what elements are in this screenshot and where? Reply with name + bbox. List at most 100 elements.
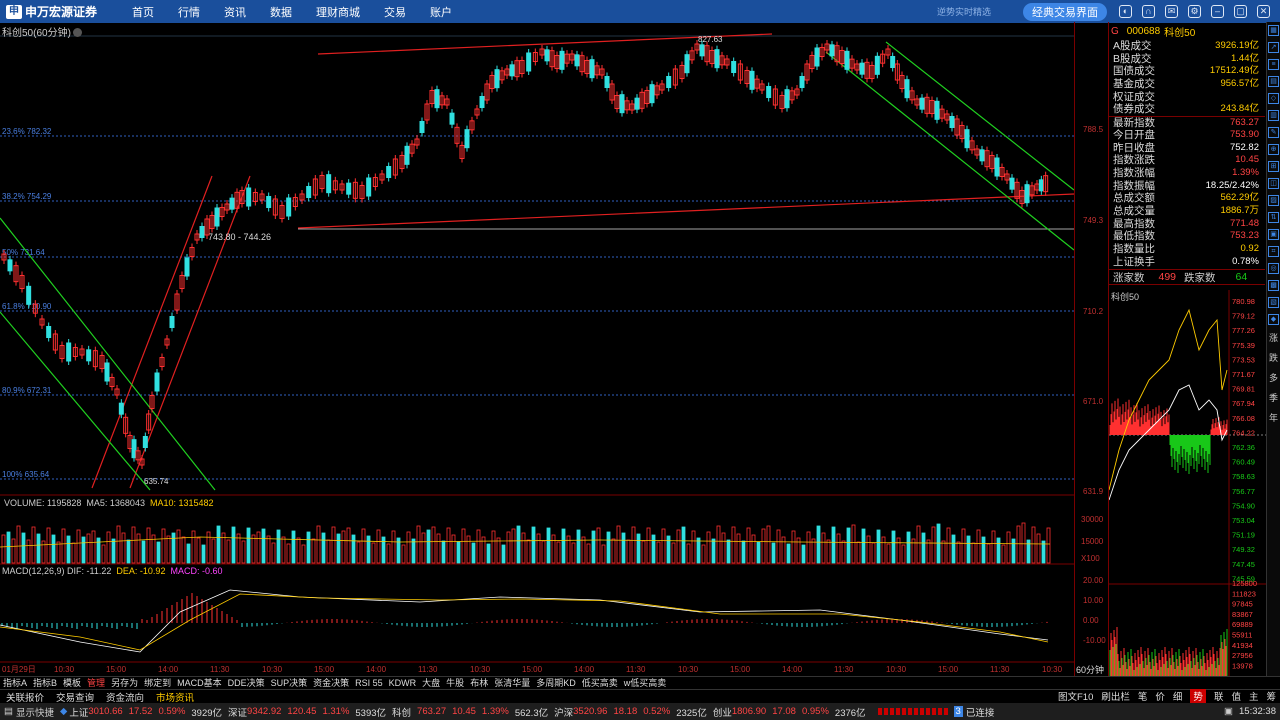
period-label[interactable]: 60分钟 (1076, 663, 1104, 676)
indicator-tab[interactable]: 模板 (63, 676, 81, 689)
tool-icon-18[interactable]: ◆ (1268, 314, 1279, 325)
bottom-tab[interactable]: 交易查询 (56, 690, 94, 704)
nav-wealth-mall[interactable]: 理财商城 (316, 4, 360, 20)
indicator-tab[interactable]: KDWR (389, 678, 417, 688)
classic-trade-button[interactable]: 经典交易界面 (1023, 2, 1107, 21)
view-tab[interactable]: 联 (1214, 689, 1224, 703)
quote-row-label: 指数量比 (1113, 243, 1155, 255)
view-tab[interactable]: 刷出栏 (1101, 689, 1130, 703)
view-tab[interactable]: 值 (1231, 689, 1241, 703)
tool-icon-17[interactable]: ▧ (1268, 297, 1279, 308)
tool-icon-4[interactable]: ▤ (1268, 76, 1279, 87)
tool-icon-12[interactable]: ⇅ (1268, 212, 1279, 223)
tool-icon-11[interactable]: ▨ (1268, 195, 1279, 206)
settings-icon[interactable]: ⚙ (1188, 5, 1201, 18)
hs-label[interactable]: 沪深 (554, 705, 573, 719)
tool-icon-6[interactable]: ▥ (1268, 110, 1279, 121)
tool-icon-5[interactable]: ◇ (1268, 93, 1279, 104)
nav-trade[interactable]: 交易 (384, 4, 406, 20)
volume-bar (611, 538, 616, 564)
indicator-tab[interactable]: 大盘 (422, 676, 440, 689)
minimize-icon[interactable]: – (1211, 5, 1224, 18)
view-tab[interactable]: 筹 (1266, 689, 1276, 703)
indicator-tab[interactable]: 布林 (470, 676, 488, 689)
menu-icon[interactable]: ▤ (4, 706, 13, 717)
tool-icon-16[interactable]: ▩ (1268, 280, 1279, 291)
close-icon[interactable]: ✕ (1257, 5, 1270, 18)
volume-bar (171, 532, 176, 564)
sz-label[interactable]: 深证 (228, 705, 247, 719)
view-tab[interactable]: 势 (1190, 689, 1206, 703)
indicator-tab[interactable]: 多周期KD (536, 676, 576, 689)
tool-icon-3[interactable]: ≡ (1268, 59, 1279, 70)
period-multi[interactable]: 多 (1267, 371, 1280, 384)
headset-icon[interactable]: ∩ (1142, 5, 1155, 18)
nav-account[interactable]: 账户 (430, 4, 452, 20)
period-rise[interactable]: 涨 (1267, 331, 1280, 344)
nav-home[interactable]: 首页 (132, 4, 154, 20)
indicator-tab[interactable]: 指标A (3, 676, 27, 689)
volume-bar (956, 541, 961, 564)
tool-icon-13[interactable]: ▣ (1268, 229, 1279, 240)
indicator-tab[interactable]: DDE决策 (228, 676, 265, 689)
candle-body (890, 56, 896, 68)
show-shortcut[interactable]: 显示快捷 (16, 705, 54, 719)
volume-bar (541, 540, 546, 564)
view-tab[interactable]: 主 (1249, 689, 1259, 703)
x-axis-label: 11:30 (834, 665, 854, 674)
period-quarter[interactable]: 季 (1267, 391, 1280, 404)
indicator-tab[interactable]: MACD基本 (177, 676, 222, 689)
volume-bar (441, 540, 446, 564)
tool-icon-7[interactable]: ✎ (1268, 127, 1279, 138)
indicator-tab[interactable]: RSI 55 (355, 678, 383, 688)
indicator-tab[interactable]: 指标B (33, 676, 57, 689)
tool-icon-1[interactable]: ▦ (1268, 25, 1279, 36)
indicator-tab[interactable]: 牛股 (446, 676, 464, 689)
indicator-tab[interactable]: 另存为 (111, 676, 138, 689)
volume-bar (101, 544, 106, 564)
sh-label[interactable]: 上证 (69, 705, 88, 719)
x-axis-label: 10:30 (886, 665, 907, 674)
bottom-tab[interactable]: 资金流向 (106, 690, 144, 704)
period-fall[interactable]: 跌 (1267, 351, 1280, 364)
tool-icon-14[interactable]: ⌗ (1268, 246, 1279, 257)
tool-icon-10[interactable]: ◫ (1268, 178, 1279, 189)
volume-bar (786, 543, 791, 564)
indicator-tab[interactable]: 低买高卖 (582, 676, 618, 689)
nav-news[interactable]: 资讯 (224, 4, 246, 20)
intraday-minichart[interactable]: 780.98 779.12 777.26 775.39 773.53 771.67 769.… (1109, 290, 1266, 676)
indicator-tab[interactable]: SUP决策 (271, 676, 308, 689)
volume-bar (726, 539, 731, 564)
view-tab[interactable]: 细 (1173, 689, 1183, 703)
tool-icon-8[interactable]: ⊕ (1268, 144, 1279, 155)
theme-icon[interactable]: ◐ (1119, 5, 1132, 18)
mini-vol-label: 13978 (1232, 661, 1253, 670)
tool-icon-15[interactable]: ◎ (1268, 263, 1279, 274)
promo-text[interactable]: 逆势实时精选 (937, 5, 991, 18)
volume-bar (246, 527, 251, 564)
bottom-tab[interactable]: 市场资讯 (156, 690, 194, 704)
nav-quotes[interactable]: 行情 (178, 4, 200, 20)
volume-bar (316, 525, 321, 564)
cy-label[interactable]: 创业 (713, 705, 732, 719)
indicator-tab[interactable]: 管理 (87, 676, 105, 689)
indicator-tab[interactable]: w低买高卖 (624, 676, 667, 689)
tool-icon-9[interactable]: ⊞ (1268, 161, 1279, 172)
mail-icon[interactable]: ✉ (1165, 5, 1178, 18)
kc-label[interactable]: 科创 (392, 705, 411, 719)
restore-icon[interactable]: ▢ (1234, 5, 1247, 18)
view-tab[interactable]: 价 (1155, 689, 1165, 703)
period-year[interactable]: 年 (1267, 411, 1280, 424)
title-options-icon[interactable] (72, 28, 82, 37)
view-tab[interactable]: 笔 (1138, 689, 1148, 703)
mini-vol-label: 27956 (1232, 651, 1253, 660)
kline-chart-area[interactable]: 23.6% 782.3238.2% 754.2950% 731.6461.8% … (0, 22, 1074, 676)
indicator-tab[interactable]: 资金决策 (313, 676, 349, 689)
vol-axis-label: X100 (1081, 554, 1100, 563)
indicator-tab[interactable]: 绑定到 (144, 676, 171, 689)
nav-data[interactable]: 数据 (270, 4, 292, 20)
tool-icon-2[interactable]: ↗ (1268, 42, 1279, 53)
view-tab[interactable]: 图文F10 (1058, 689, 1093, 703)
indicator-tab[interactable]: 张清华量 (494, 676, 530, 689)
bottom-tab[interactable]: 关联报价 (6, 690, 44, 704)
